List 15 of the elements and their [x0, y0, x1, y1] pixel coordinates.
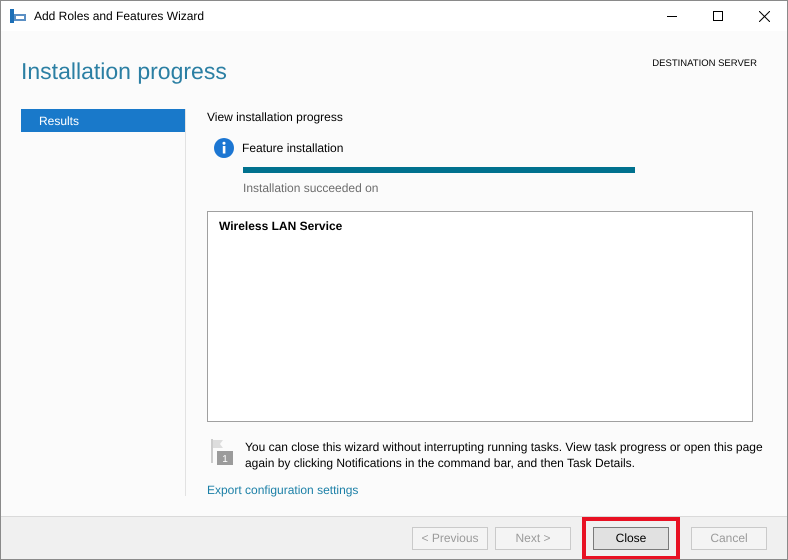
status-title: Feature installation: [242, 141, 344, 155]
destination-label: DESTINATION SERVER: [652, 58, 757, 71]
server-icon: [10, 9, 26, 23]
page-title: Installation progress: [21, 58, 227, 86]
section-heading: View installation progress: [207, 110, 344, 124]
info-icon: [214, 138, 234, 158]
feature-name: Wireless LAN Service: [219, 219, 342, 233]
wizard-button[interactable]: Close: [593, 526, 669, 550]
sidebar-item[interactable]: Results: [21, 109, 185, 132]
status-text: Installation succeeded on: [243, 181, 380, 195]
export-link[interactable]: Export configuration settings: [207, 483, 358, 497]
maximize-icon[interactable]: [713, 11, 723, 21]
notice-text: You can close this wizard without interrupting running tasks. View task progress or open this page again by clicking Notifications in the command bar, and then Task Details.: [245, 439, 764, 471]
window-title: Add Roles and Features Wizard: [34, 9, 206, 23]
close-icon[interactable]: [758, 10, 770, 22]
